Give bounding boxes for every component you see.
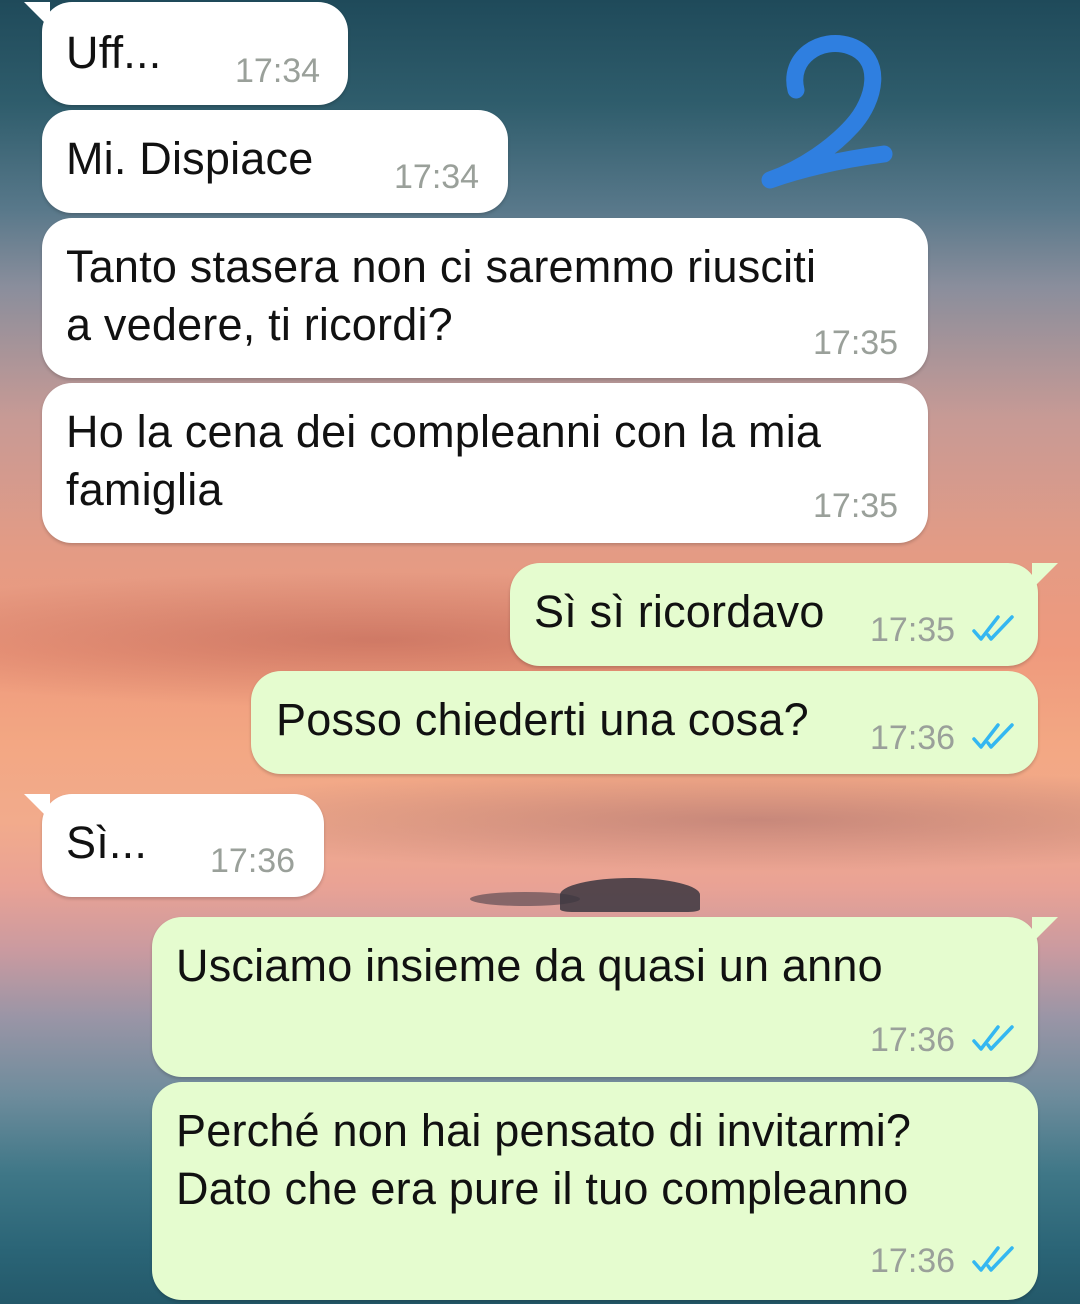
double-check-read-icon bbox=[972, 1246, 1014, 1272]
message-text-line: Dato che era pure il tuo compleanno bbox=[176, 1163, 909, 1214]
message-text: Uff... bbox=[66, 27, 162, 78]
message-text: Mi. Dispiace bbox=[66, 133, 314, 184]
message-time: 17:34 bbox=[394, 158, 480, 196]
message-text: Posso chiederti una cosa? bbox=[276, 694, 809, 745]
message-time: 17:36 bbox=[870, 719, 956, 757]
message-text: Sì... bbox=[66, 817, 148, 868]
incoming-message[interactable]: Uff... 17:34 bbox=[24, 2, 348, 105]
message-text-line: a vedere, ti ricordi? bbox=[66, 299, 453, 350]
message-text-line: famiglia bbox=[66, 464, 223, 515]
outgoing-message[interactable]: Perché non hai pensato di invitarmi? Dat… bbox=[152, 1082, 1038, 1300]
incoming-message[interactable]: Tanto stasera non ci saremmo riusciti a … bbox=[42, 218, 928, 378]
outgoing-message[interactable]: Posso chiederti una cosa? 17:36 bbox=[251, 671, 1038, 774]
message-text-line: Tanto stasera non ci saremmo riusciti bbox=[66, 241, 817, 292]
incoming-message[interactable]: Mi. Dispiace 17:34 bbox=[42, 110, 508, 213]
incoming-message[interactable]: Sì... 17:36 bbox=[24, 794, 324, 897]
message-text: Sì sì ricordavo bbox=[534, 586, 825, 637]
outgoing-message[interactable]: Usciamo insieme da quasi un anno 17:36 bbox=[152, 917, 1058, 1077]
double-check-read-icon bbox=[972, 615, 1014, 641]
message-text: Usciamo insieme da quasi un anno bbox=[176, 940, 883, 991]
message-time: 17:35 bbox=[870, 611, 956, 649]
message-time: 17:35 bbox=[813, 324, 899, 362]
distant-island bbox=[560, 878, 700, 912]
double-check-read-icon bbox=[972, 1025, 1014, 1051]
message-time: 17:34 bbox=[235, 52, 321, 90]
double-check-read-icon bbox=[972, 723, 1014, 749]
incoming-message[interactable]: Ho la cena dei compleanni con la mia fam… bbox=[42, 383, 928, 543]
outgoing-message[interactable]: Sì sì ricordavo 17:35 bbox=[510, 563, 1058, 666]
handwritten-number-annotation bbox=[761, 35, 893, 189]
message-time: 17:36 bbox=[870, 1021, 956, 1059]
message-text-line: Perché non hai pensato di invitarmi? bbox=[176, 1105, 912, 1156]
message-text-line: Ho la cena dei compleanni con la mia bbox=[66, 406, 822, 457]
message-time: 17:35 bbox=[813, 487, 899, 525]
message-time: 17:36 bbox=[870, 1242, 956, 1280]
message-time: 17:36 bbox=[210, 842, 296, 880]
